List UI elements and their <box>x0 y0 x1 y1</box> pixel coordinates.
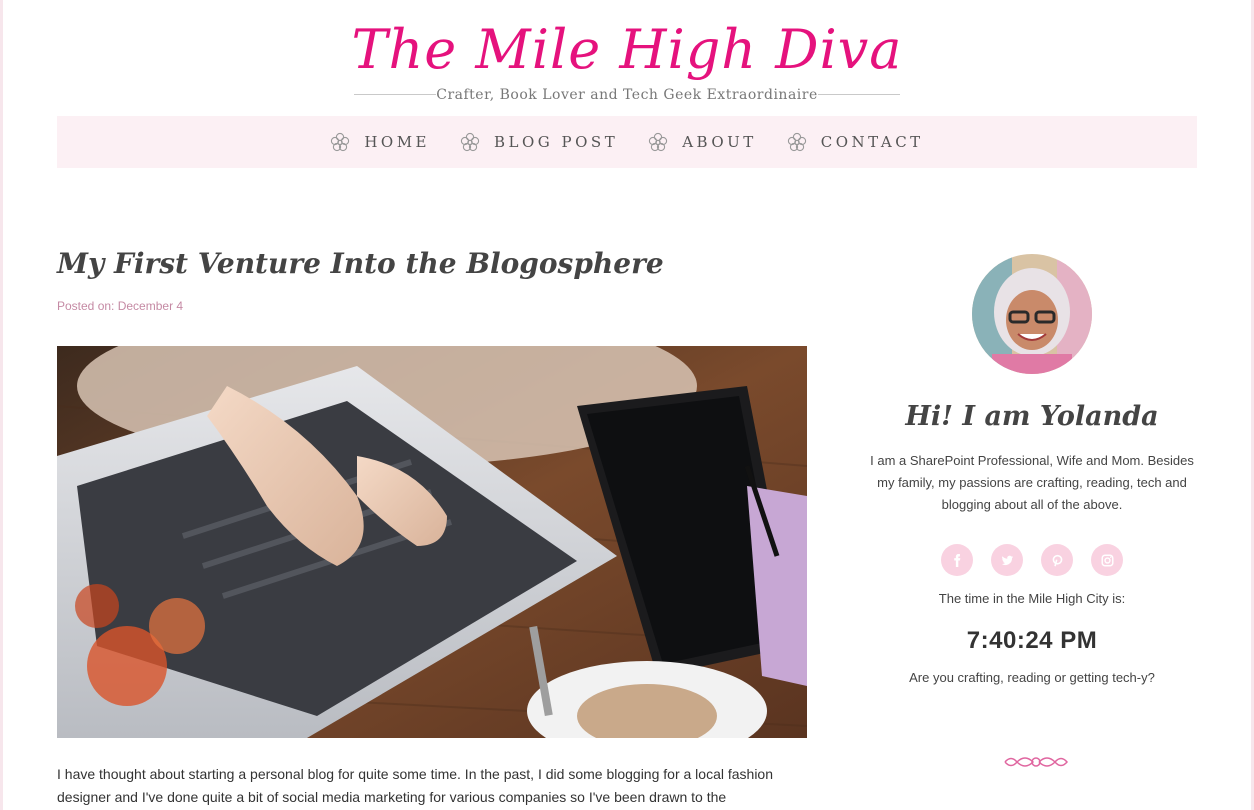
nav-label-contact: CONTACT <box>820 133 924 151</box>
swirl-ornament-icon <box>1004 757 1068 767</box>
post-title[interactable]: My First Venture Into the Blogosphere <box>57 244 817 284</box>
laptop-desk-photo <box>57 346 807 738</box>
nav-item-blog-post[interactable]: BLOG POST <box>460 132 618 152</box>
nav-label-about: ABOUT <box>682 133 757 151</box>
sidebar-question: Are you crafting, reading or getting tec… <box>909 670 1155 685</box>
site-title[interactable]: The Mile High Diva <box>0 10 1254 90</box>
sidebar-bio: I am a SharePoint Professional, Wife and… <box>870 453 1194 512</box>
flower-icon <box>787 132 806 152</box>
main-nav: HOME BLOG POST ABOUT CONTACT <box>57 116 1197 168</box>
flower-icon <box>649 132 668 152</box>
post-featured-image[interactable] <box>57 346 807 738</box>
twitter-icon <box>1001 555 1013 565</box>
sidebar: Hi! I am Yolanda I am a SharePoint Profe… <box>866 254 1198 771</box>
nav-item-contact[interactable]: CONTACT <box>787 132 924 152</box>
clock-display: 7:40:24 PM <box>966 627 1098 654</box>
nav-label-blog-post: BLOG POST <box>494 133 619 151</box>
nav-item-about[interactable]: ABOUT <box>648 132 757 152</box>
time-label: The time in the Mile High City is: <box>938 591 1126 606</box>
facebook-icon <box>953 553 960 567</box>
pinterest-button[interactable] <box>1041 544 1073 576</box>
flower-icon <box>331 132 350 152</box>
post-meta: Posted on: December 4 <box>57 299 184 313</box>
social-links <box>866 544 1198 576</box>
flourish-divider <box>866 753 1198 771</box>
instagram-icon <box>1100 553 1114 567</box>
instagram-button[interactable] <box>1091 544 1123 576</box>
sidebar-greeting: Hi! I am Yolanda <box>905 401 1159 432</box>
tagline-divider-right <box>818 94 900 95</box>
facebook-button[interactable] <box>941 544 973 576</box>
avatar[interactable] <box>972 254 1092 374</box>
nav-label-home: HOME <box>364 133 430 151</box>
nav-item-home[interactable]: HOME <box>330 132 430 152</box>
post-excerpt: I have thought about starting a personal… <box>57 766 773 805</box>
flower-icon <box>460 132 480 152</box>
twitter-button[interactable] <box>991 544 1023 576</box>
tagline-divider-left <box>354 94 436 95</box>
page-border-left <box>0 0 3 810</box>
site-tagline: Crafter, Book Lover and Tech Geek Extrao… <box>436 87 818 103</box>
pinterest-icon <box>1052 554 1062 566</box>
tagline-container: Crafter, Book Lover and Tech Geek Extrao… <box>354 84 900 106</box>
